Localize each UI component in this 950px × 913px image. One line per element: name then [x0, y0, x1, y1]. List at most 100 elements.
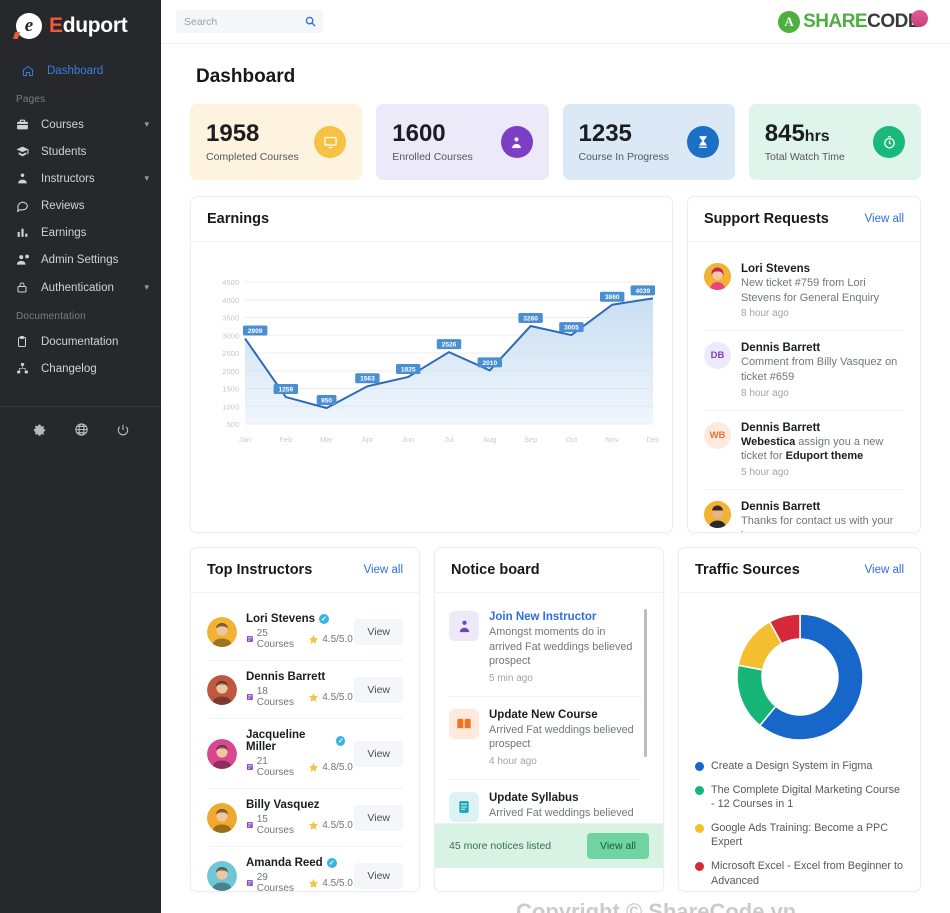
sidebar-item-changelog[interactable]: Changelog — [0, 355, 161, 382]
notice-item[interactable]: Update Syllabus Arrived Fat weddings bel… — [449, 780, 641, 823]
instructor-view-button[interactable]: View — [354, 804, 403, 831]
support-item[interactable]: DB Dennis Barrett Comment from Billy Vas… — [704, 331, 904, 411]
book-icon — [246, 764, 253, 771]
instructor-row[interactable]: Jacqueline Miller ✓ 21 Courses 4.8/5.0 View — [207, 719, 403, 790]
sharecode-text: SHARECODE — [803, 11, 920, 33]
sidebar-item-instructors[interactable]: Instructors ▾ — [0, 165, 161, 192]
legend-item[interactable]: The Complete Digital Marketing Course - … — [695, 783, 904, 812]
stat-number: 845 — [764, 120, 805, 147]
instructor-name-text: Jacqueline Miller — [246, 729, 306, 754]
book-open-icon — [449, 708, 479, 739]
support-view-all-link[interactable]: View all — [865, 213, 904, 225]
sidebar-item-authentication[interactable]: Authentication ▾ — [0, 274, 161, 301]
sidebar-item-admin-settings[interactable]: Admin Settings — [0, 246, 161, 274]
legend-color-dot — [695, 862, 704, 871]
avatar — [207, 616, 237, 647]
sidebar-item-label: Reviews — [41, 199, 85, 212]
instructor-courses: 25 Courses — [246, 628, 296, 650]
instructors-view-all-link[interactable]: View all — [364, 564, 403, 576]
instructor-view-button[interactable]: View — [354, 862, 403, 889]
instructor-courses-text: 15 Courses — [256, 814, 294, 837]
notice-scroll-area[interactable]: Join New Instructor Amongst moments do i… — [449, 599, 649, 823]
power-icon[interactable] — [116, 423, 130, 437]
notice-footer-text: 45 more notices listed — [449, 840, 552, 853]
legend-item[interactable]: Google Ads Training: Become a PPC Expert — [695, 821, 904, 850]
notice-item-title[interactable]: Update Syllabus — [489, 792, 641, 804]
svg-text:3500: 3500 — [222, 314, 239, 323]
gear-icon[interactable] — [32, 422, 47, 437]
support-item[interactable]: Dennis Barrett Thanks for contact us wit… — [704, 490, 904, 532]
support-item-message-post: Eduport theme — [785, 450, 864, 463]
instructor-view-button[interactable]: View — [354, 740, 403, 767]
panel-title: Traffic Sources — [695, 562, 800, 579]
support-item[interactable]: Lori Stevens New ticket #759 from Lori S… — [704, 252, 904, 332]
avatar — [704, 500, 731, 528]
traffic-view-all-link[interactable]: View all — [865, 564, 904, 576]
svg-text:Sep: Sep — [524, 435, 537, 444]
star-icon — [309, 762, 319, 772]
instructor-row[interactable]: Lori Stevens ✓ 25 Courses 4.5/5.0 View — [207, 603, 403, 662]
support-item[interactable]: WB Dennis Barrett Webestica assign you a… — [704, 411, 904, 490]
search-icon[interactable] — [305, 16, 316, 27]
earnings-chart-svg[interactable]: 500 1000 1500 2000 2500 3000 3500 4000 4500 Jan Fe… — [207, 270, 659, 450]
sidebar-item-dashboard[interactable]: Dashboard — [0, 58, 161, 84]
notice-header: Notice board — [435, 548, 663, 594]
stat-card-course-in-progress[interactable]: 1235 Course In Progress — [562, 104, 735, 181]
sidebar-item-reviews[interactable]: Reviews — [0, 192, 161, 219]
avatar-initials: WB — [704, 421, 731, 449]
notice-item-title[interactable]: Join New Instructor — [489, 611, 641, 623]
stat-card-completed-courses[interactable]: 1958 Completed Courses — [190, 104, 363, 181]
avatar — [207, 860, 237, 891]
instructor-row[interactable]: Billy Vasquez 15 Courses 4.5/5.0 View — [207, 789, 403, 848]
notice-item[interactable]: Update New Course Arrived Fat weddings b… — [449, 697, 641, 780]
sidebar-item-courses[interactable]: Courses ▾ — [0, 111, 161, 138]
scrollbar[interactable] — [644, 609, 647, 758]
svg-text:1000: 1000 — [222, 402, 239, 411]
legend-item[interactable]: Microsoft Excel - Excel from Beginner to… — [695, 859, 904, 888]
notice-item-title[interactable]: Update New Course — [489, 709, 641, 721]
search-input[interactable] — [184, 15, 302, 28]
svg-text:2526: 2526 — [442, 342, 457, 349]
instructor-courses-text: 25 Courses — [256, 628, 294, 651]
user-gear-icon — [16, 253, 34, 267]
instructor-name-text: Dennis Barrett — [246, 671, 326, 684]
instructor-rating-text: 4.5/5.0 — [322, 877, 353, 889]
notice-view-all-button[interactable]: View all — [587, 833, 649, 860]
globe-icon[interactable] — [74, 422, 89, 437]
stat-number: 1958 — [206, 120, 260, 147]
instructor-info: Billy Vasquez 15 Courses 4.5/5.0 — [246, 799, 353, 837]
brand-logo[interactable]: e Eduport — [0, 0, 161, 52]
sidebar-item-students[interactable]: Students — [0, 138, 161, 165]
sidebar-item-earnings[interactable]: Earnings — [0, 219, 161, 246]
sidebar-item-documentation[interactable]: Documentation — [0, 328, 161, 355]
instructor-rating-text: 4.5/5.0 — [322, 633, 353, 645]
svg-text:1563: 1563 — [360, 376, 375, 383]
stat-value: 845hrs — [765, 121, 845, 146]
stat-card-enrolled-courses[interactable]: 1600 Enrolled Courses — [376, 104, 549, 181]
sharecode-avatar — [911, 10, 928, 27]
donut-chart-svg[interactable] — [730, 607, 870, 747]
book-icon — [246, 822, 253, 829]
notice-item[interactable]: Join New Instructor Amongst moments do i… — [449, 599, 641, 697]
panel-title: Support Requests — [704, 211, 829, 228]
instructor-rating: 4.5/5.0 — [308, 878, 353, 889]
instructor-row[interactable]: Amanda Reed ✓ 29 Courses 4.5/5.0 View — [207, 847, 403, 891]
svg-text:1500: 1500 — [222, 385, 239, 394]
traffic-sources-panel: Traffic Sources View all Create a Design… — [678, 547, 921, 893]
stat-label: Total Watch Time — [764, 151, 845, 164]
legend-item[interactable]: Create a Design System in Figma — [695, 759, 904, 774]
search-box[interactable] — [176, 10, 323, 33]
chevron-down-icon: ▾ — [144, 282, 149, 292]
stat-card-total-watch-time[interactable]: 845hrs Total Watch Time — [748, 104, 921, 181]
instructor-rating: 4.5/5.0 — [308, 634, 353, 645]
sidebar-item-label: Authentication — [41, 281, 114, 294]
donut-chart[interactable] — [695, 607, 904, 747]
instructor-row[interactable]: Dennis Barrett 18 Courses 4.5/5.0 View — [207, 661, 403, 720]
instructor-info: Amanda Reed ✓ 29 Courses 4.5/5.0 — [246, 857, 353, 891]
earnings-chart[interactable]: 500 1000 1500 2000 2500 3000 3500 4000 4500 Jan Fe… — [207, 270, 659, 460]
traffic-body: Create a Design System in Figma The Compl… — [679, 593, 920, 891]
svg-text:3000: 3000 — [222, 331, 239, 340]
avatar — [207, 738, 237, 769]
instructor-view-button[interactable]: View — [354, 676, 403, 703]
instructor-view-button[interactable]: View — [354, 618, 403, 645]
